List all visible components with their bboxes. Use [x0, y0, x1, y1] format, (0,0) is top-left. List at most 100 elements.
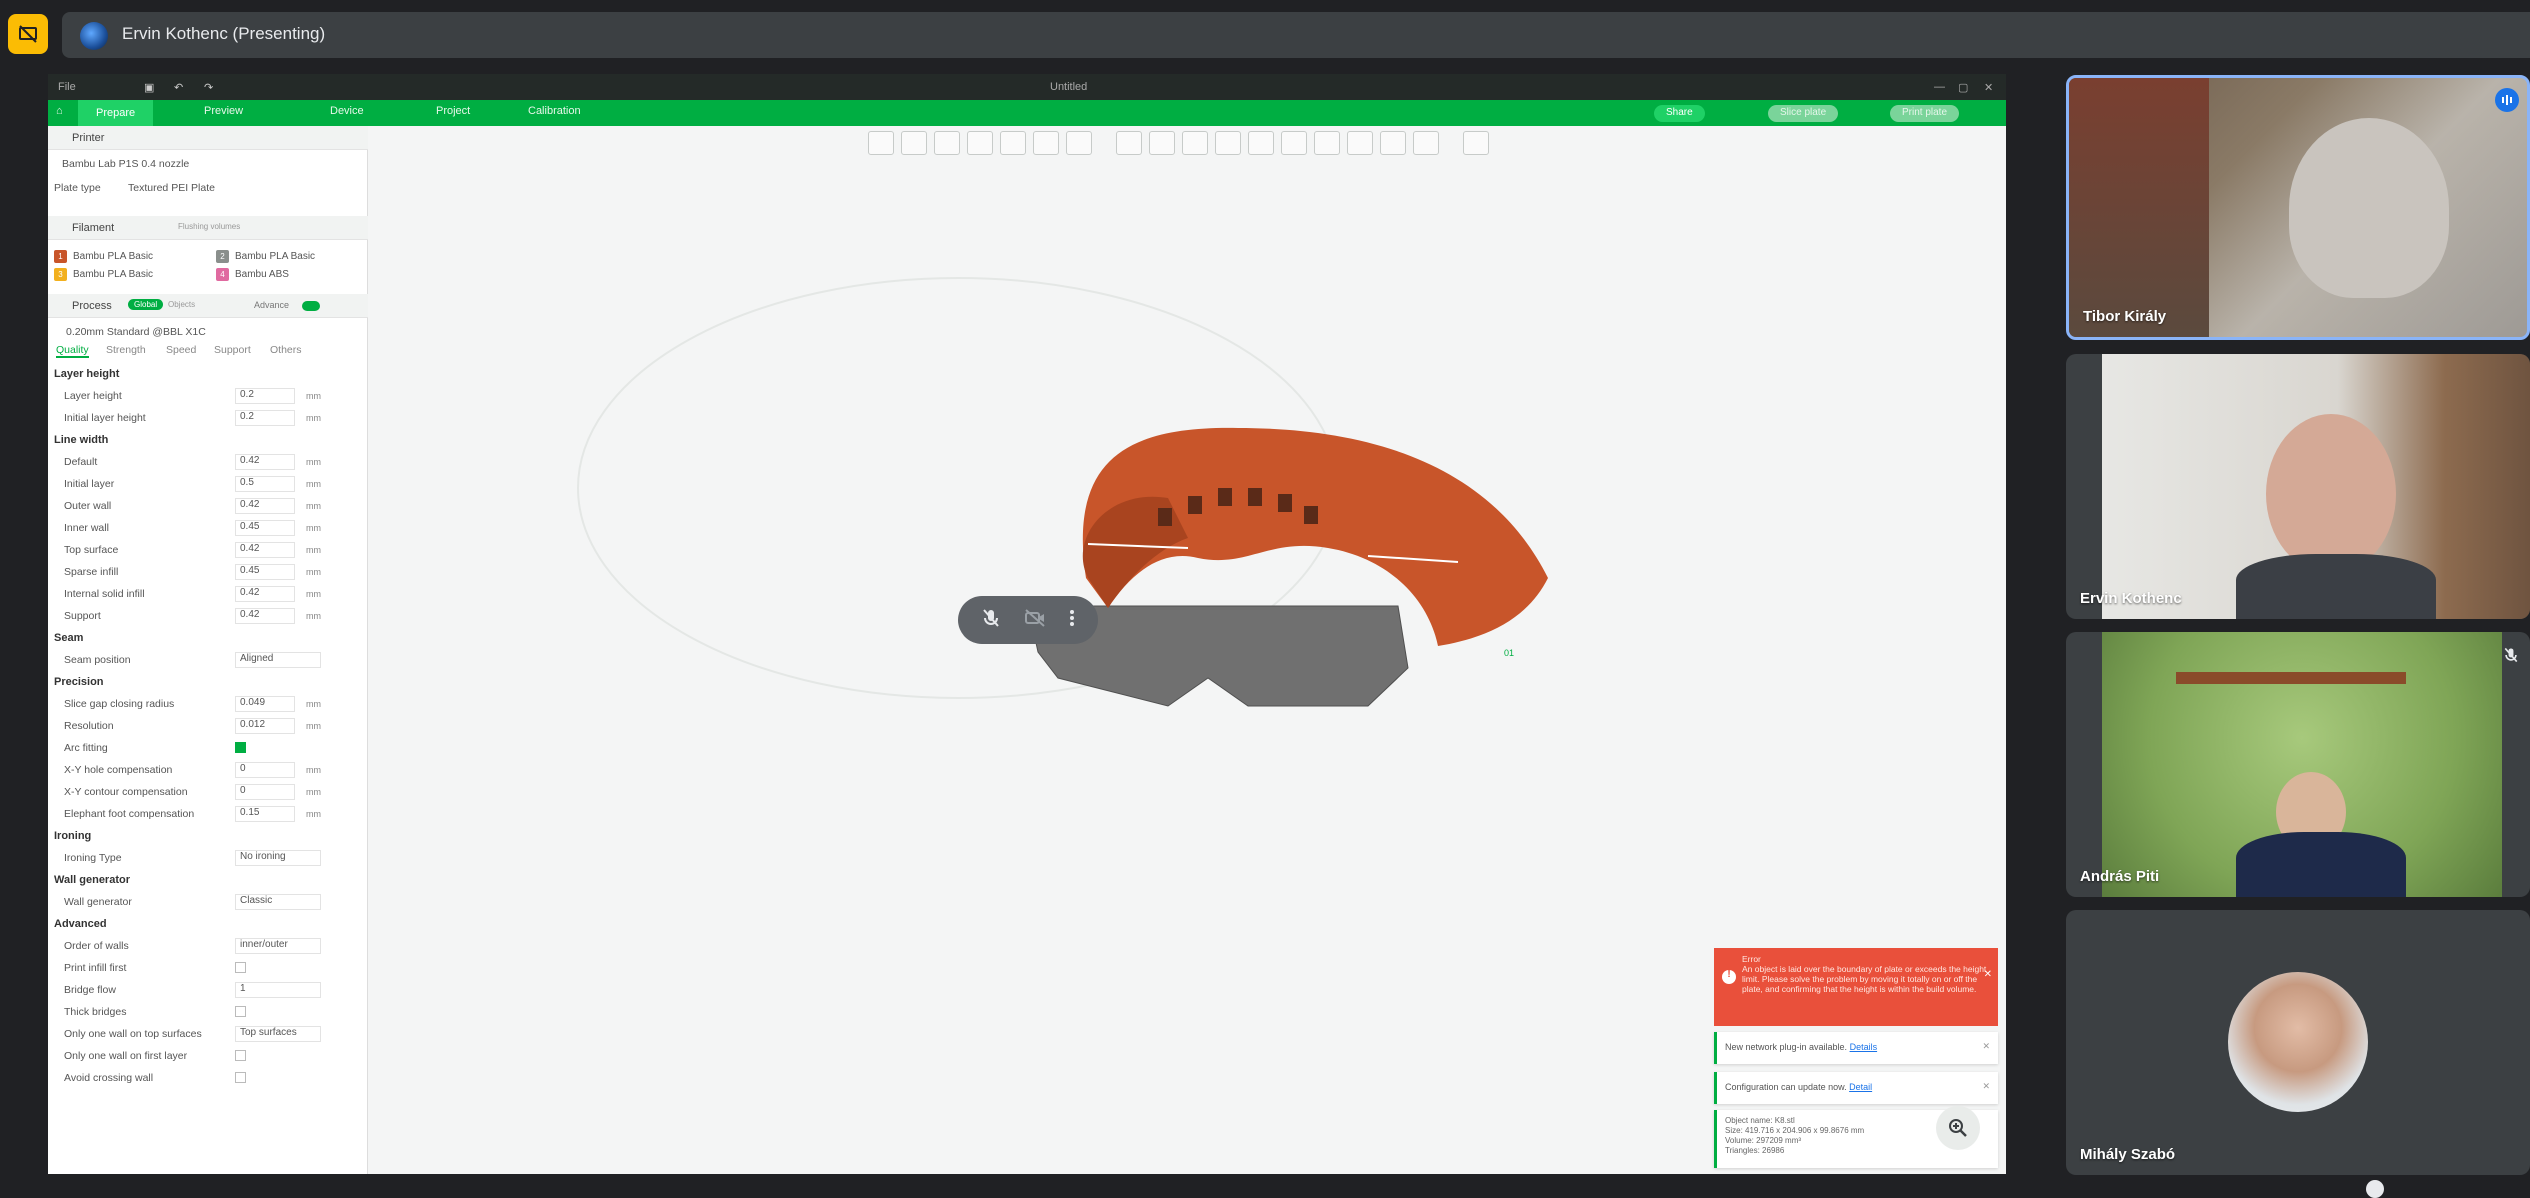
- zoom-icon[interactable]: [1936, 1106, 1980, 1150]
- share-button[interactable]: Share: [1654, 105, 1705, 122]
- xy-hole-input[interactable]: 0: [235, 762, 295, 778]
- lay-on-face-icon[interactable]: [1215, 131, 1241, 155]
- close-window-icon[interactable]: ✕: [1984, 81, 1993, 94]
- setting-label: Seam position: [64, 654, 131, 666]
- auto-orient-icon[interactable]: [934, 131, 960, 155]
- move-icon[interactable]: [1116, 131, 1142, 155]
- close-icon[interactable]: ✕: [1982, 1041, 1990, 1052]
- more-participants-indicator[interactable]: [2366, 1180, 2384, 1198]
- minimize-icon[interactable]: —: [1934, 81, 1945, 93]
- xy-contour-input[interactable]: 0: [235, 784, 295, 800]
- process-preset[interactable]: 0.20mm Standard @BBL X1C: [66, 326, 206, 338]
- tab-support[interactable]: Support: [214, 344, 251, 356]
- maximize-icon[interactable]: ▢: [1958, 81, 1968, 94]
- split-parts-icon[interactable]: [1033, 131, 1059, 155]
- wall-generator-select[interactable]: Classic: [235, 894, 321, 910]
- add-plate-icon[interactable]: [901, 131, 927, 155]
- tab-speed[interactable]: Speed: [166, 344, 196, 356]
- add-object-icon[interactable]: [868, 131, 894, 155]
- split-objects-icon[interactable]: [1000, 131, 1026, 155]
- support-paint-icon[interactable]: [1281, 131, 1307, 155]
- color-paint-icon[interactable]: [1413, 131, 1439, 155]
- ironing-type-select[interactable]: No ironing: [235, 850, 321, 866]
- text-icon[interactable]: [1380, 131, 1406, 155]
- tab-preview[interactable]: Preview: [204, 105, 243, 117]
- arrange-icon[interactable]: [967, 131, 993, 155]
- slice-plate-button[interactable]: Slice plate: [1768, 105, 1839, 122]
- plugin-details-link[interactable]: Details: [1850, 1042, 1878, 1052]
- home-icon[interactable]: ⌂: [56, 105, 63, 117]
- line-width-input[interactable]: 0.42: [235, 542, 295, 558]
- flushing-volumes-button[interactable]: Flushing volumes: [178, 222, 240, 231]
- initial-layer-height-input[interactable]: 0.2: [235, 410, 295, 426]
- save-icon[interactable]: ▣: [144, 81, 154, 94]
- undo-icon[interactable]: ↶: [174, 81, 183, 94]
- bridge-flow-input[interactable]: 1: [235, 982, 321, 998]
- more-vert-icon[interactable]: [1068, 607, 1076, 634]
- line-width-input[interactable]: 0.42: [235, 498, 295, 514]
- filament-name: Bambu ABS: [235, 269, 289, 280]
- plate-type-select[interactable]: Textured PEI Plate: [128, 182, 215, 194]
- tab-others[interactable]: Others: [270, 344, 302, 356]
- print-plate-button[interactable]: Print plate: [1890, 105, 1960, 122]
- seam-position-select[interactable]: Aligned: [235, 652, 321, 668]
- line-width-input[interactable]: 0.42: [235, 454, 295, 470]
- one-wall-top-select[interactable]: Top surfaces: [235, 1026, 321, 1042]
- thick-bridges-checkbox[interactable]: [235, 1006, 246, 1017]
- avoid-crossing-checkbox[interactable]: [235, 1072, 246, 1083]
- tab-calibration[interactable]: Calibration: [528, 105, 581, 117]
- tab-project[interactable]: Project: [436, 105, 470, 117]
- participant-tile-andras[interactable]: András Piti: [2066, 632, 2530, 897]
- order-walls-select[interactable]: inner/outer: [235, 938, 321, 954]
- menu-file[interactable]: File: [58, 81, 76, 93]
- seam-paint-icon[interactable]: [1314, 131, 1340, 155]
- setting-label: Internal solid infill: [64, 588, 145, 600]
- camera-off-icon[interactable]: [1023, 607, 1047, 634]
- scale-icon[interactable]: [1182, 131, 1208, 155]
- rotate-icon[interactable]: [1149, 131, 1175, 155]
- filament-item-4[interactable]: 4 Bambu ABS: [216, 268, 289, 281]
- line-width-input[interactable]: 0.5: [235, 476, 295, 492]
- printer-name[interactable]: Bambu Lab P1S 0.4 nozzle: [62, 158, 189, 170]
- one-wall-first-checkbox[interactable]: [235, 1050, 246, 1061]
- tab-prepare[interactable]: Prepare: [78, 100, 154, 126]
- filament-item-3[interactable]: 3 Bambu PLA Basic: [54, 268, 153, 281]
- participant-tile-ervin[interactable]: Ervin Kothenc: [2066, 354, 2530, 619]
- layer-height-input[interactable]: 0.2: [235, 388, 295, 404]
- line-width-input[interactable]: 0.42: [235, 586, 295, 602]
- tab-device[interactable]: Device: [330, 105, 364, 117]
- setting-label: Arc fitting: [64, 742, 108, 754]
- advance-toggle[interactable]: [302, 301, 320, 311]
- tab-quality[interactable]: Quality: [56, 344, 89, 358]
- close-icon[interactable]: ✕: [1982, 1081, 1990, 1092]
- slice-gap-input[interactable]: 0.049: [235, 696, 295, 712]
- filament-section-title: Filament: [72, 222, 115, 234]
- print-infill-first-checkbox[interactable]: [235, 962, 246, 973]
- boolean-icon[interactable]: [1347, 131, 1373, 155]
- layers-icon[interactable]: [1066, 131, 1092, 155]
- line-width-input[interactable]: 0.45: [235, 564, 295, 580]
- resolution-input[interactable]: 0.012: [235, 718, 295, 734]
- cut-icon[interactable]: [1248, 131, 1274, 155]
- unit-label: mm: [306, 589, 321, 599]
- filament-item-2[interactable]: 2 Bambu PLA Basic: [216, 250, 315, 263]
- participant-tile-mihaly[interactable]: Mihály Szabó: [2066, 910, 2530, 1175]
- setting-label: Only one wall on first layer: [64, 1050, 188, 1062]
- redo-icon[interactable]: ↷: [204, 81, 213, 94]
- config-details-link[interactable]: Detail: [1849, 1082, 1872, 1092]
- present-off-icon[interactable]: [8, 14, 48, 54]
- elephant-foot-input[interactable]: 0.15: [235, 806, 295, 822]
- tab-strength[interactable]: Strength: [106, 344, 146, 356]
- arc-fitting-checkbox[interactable]: [235, 742, 246, 753]
- line-width-input[interactable]: 0.45: [235, 520, 295, 536]
- assembly-view-icon[interactable]: [1463, 131, 1489, 155]
- line-width-input[interactable]: 0.42: [235, 608, 295, 624]
- participant-tile-tibor[interactable]: Tibor Király: [2066, 75, 2530, 340]
- filament-item-1[interactable]: 1 Bambu PLA Basic: [54, 250, 153, 263]
- global-toggle[interactable]: Global: [128, 299, 164, 310]
- unit-label: mm: [306, 545, 321, 555]
- close-icon[interactable]: ✕: [1984, 970, 1992, 980]
- objects-toggle[interactable]: Objects: [168, 300, 195, 309]
- mic-off-icon[interactable]: [980, 607, 1002, 634]
- setting-label: X-Y hole compensation: [64, 764, 173, 776]
